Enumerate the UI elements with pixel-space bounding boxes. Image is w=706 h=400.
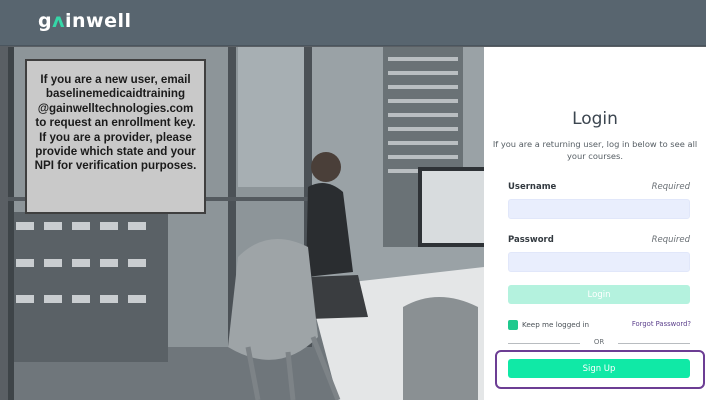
login-panel: Login If you are a returning user, log i… — [484, 47, 706, 400]
keep-logged-in-toggle[interactable]: Keep me logged in — [508, 319, 589, 330]
username-required-label: Required — [651, 182, 690, 192]
or-label: OR — [593, 338, 605, 346]
notice-line: If you are a provider, please — [39, 130, 192, 144]
sign-up-button[interactable]: Sign Up — [508, 359, 690, 378]
new-user-notice: If you are a new user, email baselinemed… — [25, 59, 206, 214]
username-input[interactable] — [508, 199, 690, 219]
divider-line-right — [618, 343, 690, 344]
notice-line: NPI for verification purposes. — [34, 159, 197, 173]
logo-accent-mark: ᴧ — [52, 10, 65, 32]
password-required-label: Required — [651, 235, 690, 245]
gainwell-logo[interactable]: gᴧinwell — [38, 10, 132, 32]
notice-line: If you are a new user, email — [40, 73, 191, 86]
notice-line: baselinemedicaidtraining — [45, 87, 186, 101]
keep-logged-in-label: Keep me logged in — [522, 320, 590, 329]
login-subtitle: If you are a returning user, log in belo… — [492, 139, 698, 161]
login-button[interactable]: Login — [508, 285, 690, 304]
notice-line: provide which state and your — [35, 145, 196, 159]
username-label: Username — [508, 182, 557, 192]
keep-logged-in-checkbox[interactable] — [508, 319, 518, 330]
notice-line: to request an enrollment key. — [35, 116, 196, 130]
notice-line: @gainwelltechnologies.com — [37, 101, 194, 115]
forgot-password-link[interactable]: Forgot Password? — [632, 320, 691, 328]
password-input[interactable] — [508, 252, 690, 272]
or-divider: OR — [508, 338, 690, 348]
top-header: gᴧinwell — [0, 0, 706, 46]
password-label: Password — [508, 235, 554, 245]
login-title: Login — [572, 109, 618, 129]
